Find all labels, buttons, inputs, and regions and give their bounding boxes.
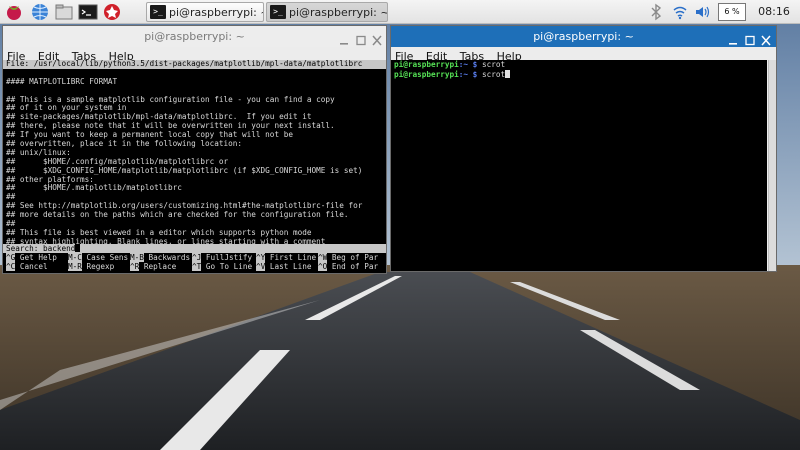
shortcut-bar: ^G Get Help M-C Case Sens M-B Backwards ^J …: [3, 253, 386, 271]
nano-shortcut: M-R Regexp: [68, 262, 114, 271]
file-content: #### MATPLOTLIBRC FORMAT ## This is a sam…: [3, 69, 386, 247]
close-icon[interactable]: [760, 31, 772, 46]
window-titlebar[interactable]: pi@raspberrypi: ~: [391, 26, 776, 47]
shortcut-key: ^G: [6, 253, 16, 262]
nano-shortcut: ^V Last Line: [256, 262, 312, 271]
shortcut-label: FullJstify: [201, 253, 253, 262]
nano-shortcut: ^C Cancel: [6, 262, 48, 271]
file-manager-icon[interactable]: [54, 2, 74, 22]
minimize-icon[interactable]: [727, 31, 739, 45]
shortcut-label: Replace: [139, 262, 177, 271]
taskbar-window-label: pi@raspberrypi: ~: [289, 5, 388, 19]
nano-shortcut: M-C Case Sens: [68, 253, 128, 262]
shortcut-key: ^V: [256, 262, 266, 271]
search-label: Search: backend: [6, 244, 76, 253]
nano-shortcut: ^G Get Help: [6, 253, 57, 262]
nano-shortcut: ^W Beg of Par: [318, 253, 378, 262]
wolfram-icon[interactable]: [102, 2, 122, 22]
search-prompt[interactable]: Search: backend: [3, 244, 386, 253]
taskbar: >_ pi@raspberrypi: ~ >_ pi@raspberrypi: …: [0, 0, 800, 24]
nano-shortcut: ^T Go To Line: [192, 262, 252, 271]
shortcut-label: End of Par: [327, 262, 379, 271]
terminal-icon: >_: [150, 5, 166, 19]
window-titlebar[interactable]: pi@raspberrypi: ~: [3, 26, 386, 47]
nano-shortcut: ^Y First Line: [256, 253, 316, 262]
shortcut-key: ^Y: [256, 253, 266, 262]
terminal-area[interactable]: pi@raspberrypi:~ $ scrot pi@raspberrypi:…: [391, 60, 767, 271]
shortcut-label: Regexp: [81, 262, 115, 271]
file-line: ## more details on the paths which are c…: [6, 210, 349, 220]
shortcut-label: Cancel: [15, 262, 48, 271]
bluetooth-icon[interactable]: [650, 3, 662, 21]
shortcut-label: Get Help: [15, 253, 57, 262]
minimize-icon[interactable]: [338, 31, 350, 45]
shortcut-label: Case Sens: [81, 253, 129, 262]
nano-shortcut: ^R Replace: [130, 262, 176, 271]
terminal-window-right[interactable]: pi@raspberrypi: ~ File Edit Tabs Help pi…: [390, 25, 777, 272]
shortcut-label: Beg of Par: [327, 253, 379, 262]
nano-shortcut: ^O End of Par: [318, 262, 378, 271]
shortcut-key: M-R: [68, 262, 82, 271]
terminal-icon: >_: [270, 5, 286, 19]
shortcut-key: ^R: [130, 262, 140, 271]
shortcut-label: First Line: [265, 253, 317, 262]
shortcut-key: M-B: [130, 253, 144, 262]
nano-header: File: /usr/local/lib/python3.5/dist-pack…: [3, 60, 386, 69]
nano-shortcut: M-B Backwards: [130, 253, 190, 262]
nano-shortcut: ^J FullJstify: [192, 253, 252, 262]
shortcut-row: ^G Get Help M-C Case Sens M-B Backwards ^J …: [3, 253, 386, 262]
shortcut-label: Go To Line: [201, 262, 253, 271]
terminal-icon[interactable]: [78, 2, 98, 22]
volume-icon[interactable]: [694, 3, 710, 21]
clock[interactable]: 08:16: [752, 3, 796, 21]
close-icon[interactable]: [371, 31, 383, 46]
shortcut-key: ^J: [192, 253, 202, 262]
maximize-icon[interactable]: [744, 31, 756, 46]
taskbar-window-button-active[interactable]: >_ pi@raspberrypi: ~: [266, 2, 388, 22]
cpu-usage-monitor[interactable]: 6 %: [718, 3, 746, 21]
text-cursor: [75, 244, 81, 252]
file-line: #### MATPLOTLIBRC FORMAT: [6, 76, 118, 86]
shortcut-key: M-C: [68, 253, 82, 262]
shortcut-key: ^C: [6, 262, 16, 271]
taskbar-window-label: pi@raspberrypi: ~: [169, 5, 264, 19]
text-cursor: [505, 69, 511, 78]
terminal-window-left[interactable]: pi@raspberrypi: ~ File Edit Tabs Help Fi…: [2, 25, 387, 274]
window-title: pi@raspberrypi: ~: [144, 30, 245, 43]
shortcut-key: ^O: [318, 262, 328, 271]
wifi-icon[interactable]: [672, 3, 688, 21]
terminal-area[interactable]: File: /usr/local/lib/python3.5/dist-pack…: [3, 60, 386, 273]
shortcut-label: Last Line: [265, 262, 312, 271]
shortcut-key: ^W: [318, 253, 328, 262]
web-browser-icon[interactable]: [30, 2, 50, 22]
shortcut-row: ^C Cancel M-R Regexp ^R Replace ^T Go To Li…: [3, 262, 386, 271]
window-title: pi@raspberrypi: ~: [533, 30, 634, 43]
shell-line: pi@raspberrypi:~ $ scrot: [394, 60, 506, 69]
taskbar-window-button[interactable]: >_ pi@raspberrypi: ~: [146, 2, 264, 22]
raspberry-menu-icon[interactable]: [4, 2, 24, 22]
shortcut-label: Backwards: [143, 253, 191, 262]
shell-line: pi@raspberrypi:~ $ scrot: [391, 69, 767, 79]
maximize-icon[interactable]: [355, 31, 367, 46]
shortcut-key: ^T: [192, 262, 202, 271]
scrollbar[interactable]: [768, 60, 776, 271]
file-line: ## $HOME/.matplotlib/matplotlibrc: [6, 183, 182, 193]
